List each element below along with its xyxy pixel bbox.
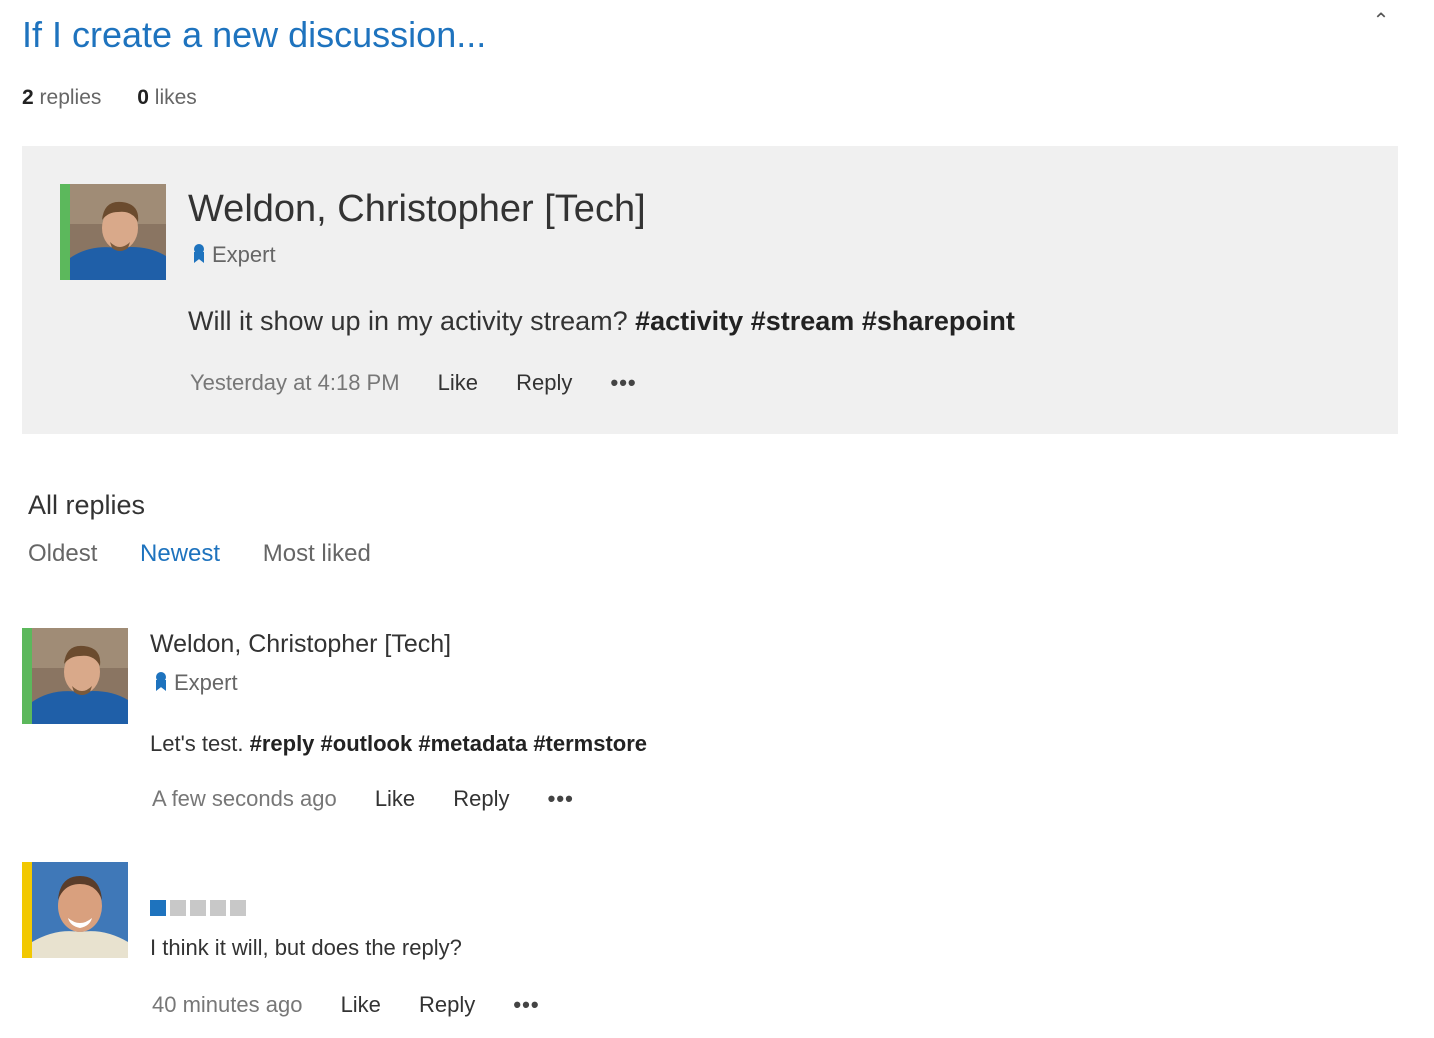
- reply-body: I think it will, but does the reply?: [150, 935, 462, 961]
- reputation-level: [150, 900, 250, 921]
- discussion-title[interactable]: If I create a new discussion...: [22, 14, 486, 56]
- hashtag-link[interactable]: #stream: [751, 306, 855, 336]
- like-button[interactable]: Like: [341, 992, 381, 1017]
- hashtag-link[interactable]: #termstore: [533, 731, 647, 756]
- hashtag-link[interactable]: #sharepoint: [862, 306, 1015, 336]
- presence-indicator: [22, 628, 32, 724]
- expert-badge: Expert: [154, 670, 238, 696]
- original-post: Weldon, Christopher [Tech] Expert Will i…: [22, 146, 1398, 434]
- badge-label: Expert: [174, 670, 238, 695]
- reply-actions: 40 minutes ago Like Reply •••: [152, 992, 540, 1018]
- replies-heading: All replies: [28, 490, 146, 520]
- reply-timestamp: 40 minutes ago: [152, 992, 303, 1017]
- likes-label: likes: [154, 86, 197, 109]
- like-button[interactable]: Like: [375, 786, 415, 811]
- avatar-photo: [32, 628, 128, 724]
- reply-timestamp: A few seconds ago: [152, 786, 337, 811]
- likes-stat: 0 likes: [137, 86, 197, 109]
- sort-tabs: Oldest Newest Most liked: [28, 540, 407, 568]
- like-button[interactable]: Like: [438, 370, 478, 395]
- avatar[interactable]: [22, 628, 128, 724]
- chevron-up-icon[interactable]: ⌃: [1368, 8, 1394, 34]
- reply-text: Let's test.: [150, 731, 244, 756]
- sort-oldest[interactable]: Oldest: [28, 540, 97, 567]
- likes-count: 0: [137, 86, 149, 109]
- reply-button[interactable]: Reply: [419, 992, 475, 1017]
- sort-most-liked[interactable]: Most liked: [263, 540, 371, 567]
- replies-count: 2: [22, 86, 34, 109]
- more-options-icon[interactable]: •••: [548, 786, 574, 811]
- reputation-block: [230, 900, 246, 916]
- post-text: Will it show up in my activity stream?: [188, 306, 628, 336]
- reply-body: Let's test. #reply #outlook #metadata #t…: [150, 731, 647, 757]
- avatar[interactable]: [22, 862, 128, 958]
- reputation-block: [190, 900, 206, 916]
- hashtag-link[interactable]: #activity: [635, 306, 743, 336]
- post-actions: Yesterday at 4:18 PM Like Reply •••: [190, 370, 637, 396]
- reply-text: I think it will, but does the reply?: [150, 935, 462, 960]
- reply-actions: A few seconds ago Like Reply •••: [152, 786, 574, 812]
- more-options-icon[interactable]: •••: [611, 370, 637, 395]
- avatar-photo: [32, 862, 128, 958]
- reputation-block: [210, 900, 226, 916]
- post-timestamp: Yesterday at 4:18 PM: [190, 370, 400, 395]
- replies-label: replies: [39, 86, 102, 109]
- reply-button[interactable]: Reply: [516, 370, 572, 395]
- post-author[interactable]: Weldon, Christopher [Tech]: [188, 188, 646, 231]
- presence-indicator: [60, 184, 70, 280]
- ribbon-icon: [192, 244, 206, 264]
- post-body: Will it show up in my activity stream? #…: [188, 306, 1015, 337]
- reputation-block: [170, 900, 186, 916]
- discussion-stats: 2 replies 0 likes: [22, 86, 197, 110]
- badge-label: Expert: [212, 242, 276, 267]
- reputation-block: [150, 900, 166, 916]
- hashtag-link[interactable]: #outlook: [321, 731, 413, 756]
- hashtag-link[interactable]: #metadata: [418, 731, 527, 756]
- expert-badge: Expert: [192, 242, 276, 268]
- sort-newest[interactable]: Newest: [140, 540, 220, 567]
- ribbon-icon: [154, 672, 168, 692]
- reply-button[interactable]: Reply: [453, 786, 509, 811]
- reply-author[interactable]: Weldon, Christopher [Tech]: [150, 630, 451, 659]
- presence-indicator: [22, 862, 32, 958]
- avatar-photo: [70, 184, 166, 280]
- hashtag-link[interactable]: #reply: [250, 731, 315, 756]
- avatar[interactable]: [60, 184, 166, 280]
- more-options-icon[interactable]: •••: [513, 992, 539, 1017]
